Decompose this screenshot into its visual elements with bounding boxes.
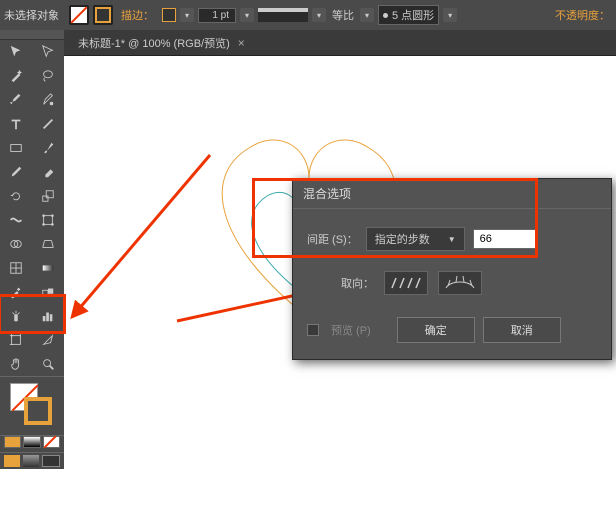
- type-tool[interactable]: [0, 112, 32, 136]
- mesh-tool[interactable]: [0, 256, 32, 280]
- profile-dropdown[interactable]: ▾: [360, 8, 374, 22]
- orientation-align-path[interactable]: [438, 271, 482, 295]
- stroke-weight-dropdown[interactable]: ▾: [240, 8, 254, 22]
- ok-button[interactable]: 确定: [397, 317, 475, 343]
- screen-mode-normal[interactable]: [4, 455, 20, 467]
- orientation-align-page[interactable]: [384, 271, 428, 295]
- orientation-label: 取向：: [341, 275, 374, 291]
- symbol-sprayer-tool[interactable]: [0, 304, 32, 328]
- fill-swatch[interactable]: [69, 5, 89, 25]
- brush-dropdown[interactable]: ▾: [443, 8, 457, 22]
- width-tool[interactable]: [0, 208, 32, 232]
- spacing-label: 间距 (S)：: [307, 231, 358, 247]
- stroke-weight-input[interactable]: 1 pt: [198, 8, 236, 23]
- rotate-tool[interactable]: [0, 184, 32, 208]
- paintbrush-tool[interactable]: [32, 136, 64, 160]
- profile-label: 等比: [332, 7, 354, 23]
- stroke-swatch[interactable]: [93, 5, 113, 25]
- dialog-title: 混合选项: [293, 179, 611, 209]
- zoom-tool[interactable]: [32, 352, 64, 376]
- column-graph-tool[interactable]: [32, 304, 64, 328]
- free-transform-tool[interactable]: [32, 208, 64, 232]
- document-tab-bar: 未标题-1* @ 100% (RGB/预览) ×: [0, 30, 616, 56]
- slice-tool[interactable]: [32, 328, 64, 352]
- lasso-tool[interactable]: [32, 64, 64, 88]
- perspective-grid-tool[interactable]: [32, 232, 64, 256]
- screen-mode-full[interactable]: [23, 455, 39, 467]
- eyedropper-tool[interactable]: [0, 280, 32, 304]
- pencil-tool[interactable]: [0, 160, 32, 184]
- color-mode-solid[interactable]: [4, 436, 21, 448]
- stroke-dash-preview[interactable]: [258, 8, 308, 22]
- shape-builder-tool[interactable]: [0, 232, 32, 256]
- spacing-mode-dropdown[interactable]: 指定的步数 ▼: [366, 227, 465, 251]
- blend-tool[interactable]: [32, 280, 64, 304]
- selection-status: 未选择对象: [4, 7, 59, 23]
- panel-grip[interactable]: [0, 30, 64, 40]
- screen-mode-presentation[interactable]: [42, 455, 60, 467]
- eraser-tool[interactable]: [32, 160, 64, 184]
- gradient-tool[interactable]: [32, 256, 64, 280]
- color-mode-none[interactable]: [43, 436, 60, 448]
- preview-label: 预览 (P): [331, 322, 371, 338]
- chevron-down-icon: ▼: [448, 235, 456, 244]
- fill-stroke-indicator[interactable]: [8, 383, 56, 429]
- hand-tool[interactable]: [0, 352, 32, 376]
- pen-tool[interactable]: [0, 88, 32, 112]
- stroke-color-dropdown[interactable]: ▾: [180, 8, 194, 22]
- preview-checkbox[interactable]: [307, 324, 319, 336]
- color-mode-gradient[interactable]: [23, 436, 40, 448]
- curvature-tool[interactable]: [32, 88, 64, 112]
- brush-selector[interactable]: 5 点圆形: [378, 5, 439, 25]
- stroke-dash-dropdown[interactable]: ▾: [312, 8, 326, 22]
- spacing-value-input[interactable]: [473, 229, 537, 249]
- opacity-label: 不透明度：: [555, 7, 610, 23]
- tools-panel: [0, 30, 64, 469]
- artboard-tool[interactable]: [0, 328, 32, 352]
- rectangle-tool[interactable]: [0, 136, 32, 160]
- stroke-color-swatch[interactable]: [162, 8, 176, 22]
- line-tool[interactable]: [32, 112, 64, 136]
- magic-wand-tool[interactable]: [0, 64, 32, 88]
- stroke-label: 描边：: [121, 7, 154, 23]
- close-tab-icon[interactable]: ×: [238, 36, 245, 50]
- document-tab[interactable]: 未标题-1* @ 100% (RGB/预览) ×: [70, 31, 253, 55]
- blend-options-dialog: 混合选项 间距 (S)： 指定的步数 ▼ 取向： 预览 (P) 确定 取消: [292, 178, 612, 360]
- stroke-indicator[interactable]: [24, 397, 52, 425]
- tab-title: 未标题-1* @ 100% (RGB/预览): [78, 35, 230, 51]
- scale-tool[interactable]: [32, 184, 64, 208]
- selection-tool[interactable]: [0, 40, 32, 64]
- direct-selection-tool[interactable]: [32, 40, 64, 64]
- control-bar: 未选择对象 描边： ▾ 1 pt ▾ ▾ 等比 ▾ 5 点圆形 ▾ 不透明度：: [0, 0, 616, 30]
- cancel-button[interactable]: 取消: [483, 317, 561, 343]
